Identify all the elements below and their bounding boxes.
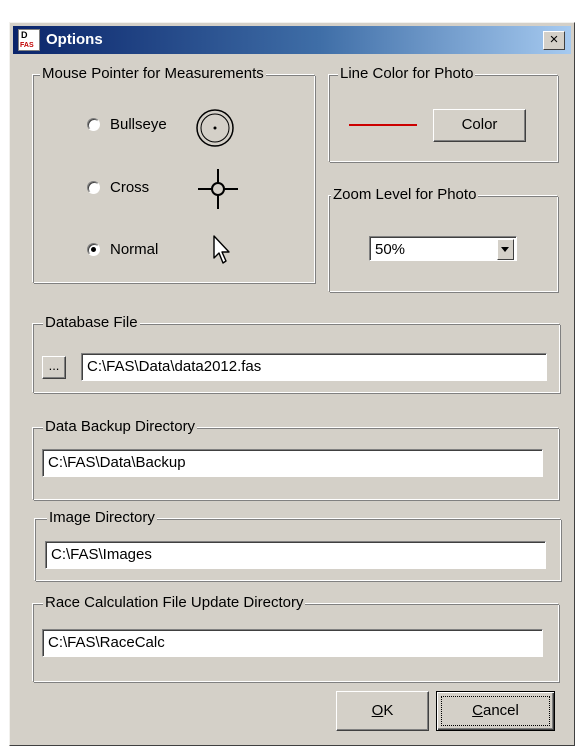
database-file-group: Database File ... C:\FAS\Data\data2012.f… <box>33 314 560 393</box>
line-color-swatch <box>349 124 417 126</box>
ok-label-rest: K <box>383 702 394 719</box>
zoom-group-title: Zoom Level for Photo <box>331 186 479 204</box>
zoom-select-value: 50% <box>375 241 406 258</box>
bullseye-icon <box>196 109 234 147</box>
color-button-label: Color <box>461 116 498 133</box>
close-icon: × <box>549 31 559 48</box>
race-calc-input[interactable]: C:\FAS\RaceCalc <box>42 629 543 657</box>
arrow-pointer-icon <box>213 235 230 264</box>
radio-selected-dot <box>91 247 96 252</box>
line-color-group: Line Color for Photo Color <box>329 65 558 162</box>
chevron-down-icon[interactable] <box>497 239 514 260</box>
zoom-group: Zoom Level for Photo 50% <box>329 186 558 292</box>
mouse-pointer-group-title: Mouse Pointer for Measurements <box>40 65 266 83</box>
ok-button[interactable]: OK <box>336 691 429 731</box>
normal-label: Normal <box>110 241 159 258</box>
normal-radio-button[interactable] <box>87 243 100 256</box>
image-directory-group: Image Directory C:\FAS\Images <box>35 509 561 581</box>
browse-database-button[interactable]: ... <box>42 356 66 379</box>
crosshair-icon <box>198 169 238 209</box>
image-directory-input[interactable]: C:\FAS\Images <box>45 541 546 569</box>
line-color-group-title: Line Color for Photo <box>338 65 476 83</box>
race-calc-group-title: Race Calculation File Update Directory <box>43 594 306 612</box>
options-dialog: D FAS Options × Mouse Pointer for Measur… <box>9 22 575 746</box>
cross-label: Cross <box>110 179 150 196</box>
zoom-select[interactable]: 50% <box>369 236 517 261</box>
radio-normal[interactable]: Normal <box>87 241 187 261</box>
fas-app-icon: D FAS <box>18 29 40 51</box>
title-bar[interactable]: D FAS Options × <box>13 26 571 54</box>
cancel-button[interactable]: Cancel <box>436 691 555 731</box>
browse-button-label: ... <box>48 358 60 373</box>
focus-rectangle <box>441 696 550 726</box>
database-file-group-title: Database File <box>43 314 140 332</box>
radio-cross[interactable]: Cross <box>87 179 187 199</box>
bullseye-radio-button[interactable] <box>87 118 100 131</box>
radio-bullseye[interactable]: Bullseye <box>87 116 187 136</box>
bullseye-label: Bullseye <box>110 116 167 133</box>
database-file-input[interactable]: C:\FAS\Data\data2012.fas <box>81 353 547 381</box>
close-button[interactable]: × <box>543 31 565 50</box>
mouse-pointer-group: Mouse Pointer for Measurements Bullseye … <box>33 65 315 283</box>
ok-mnemonic: O <box>371 702 384 719</box>
backup-directory-group-title: Data Backup Directory <box>43 418 198 436</box>
window-title: Options <box>46 31 103 48</box>
image-directory-group-title: Image Directory <box>47 509 157 527</box>
race-calc-group: Race Calculation File Update Directory C… <box>33 594 559 682</box>
cross-radio-button[interactable] <box>87 181 100 194</box>
backup-directory-group: Data Backup Directory C:\FAS\Data\Backup <box>33 418 559 500</box>
color-button[interactable]: Color <box>433 109 526 142</box>
backup-directory-input[interactable]: C:\FAS\Data\Backup <box>42 449 543 477</box>
